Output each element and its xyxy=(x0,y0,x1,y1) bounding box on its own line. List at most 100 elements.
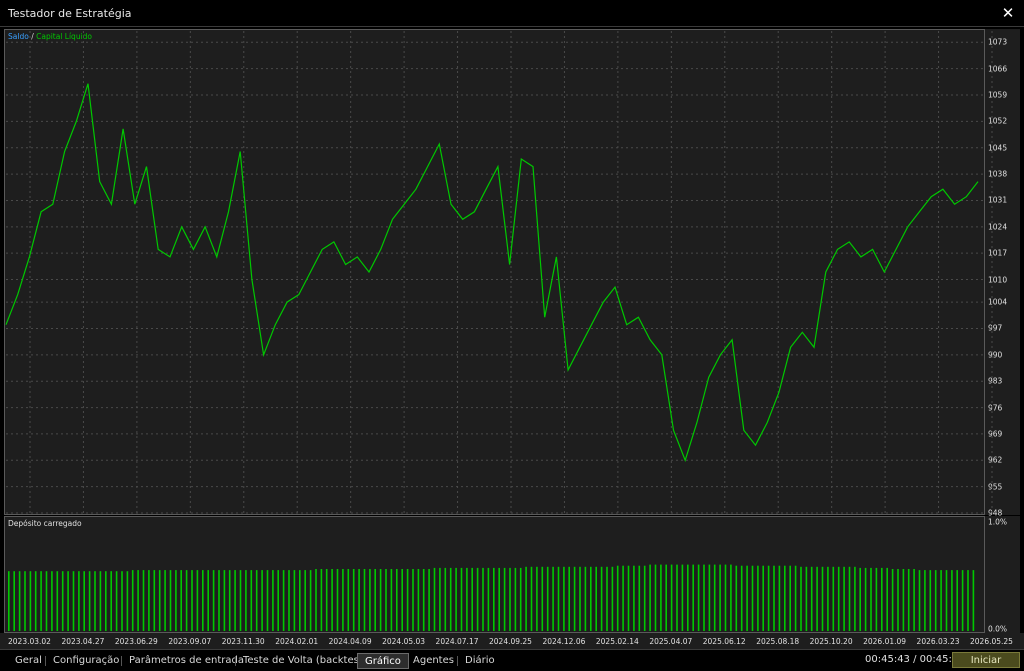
deposit-load-bar xyxy=(56,571,59,631)
x-tick-label: 2023.06.29 xyxy=(114,637,158,646)
deposit-load-bar xyxy=(697,564,700,631)
deposit-load-bar xyxy=(158,570,161,631)
deposit-load-bar xyxy=(687,564,689,631)
deposit-load-bar xyxy=(439,567,441,631)
deposit-load-bar xyxy=(827,566,829,631)
deposit-load-bar xyxy=(875,567,878,631)
deposit-load-bar xyxy=(493,567,495,631)
deposit-load-bar xyxy=(590,566,592,631)
deposit-load-bar xyxy=(444,567,447,631)
x-tick-label: 2024.04.09 xyxy=(328,637,372,646)
deposit-load-bar xyxy=(202,570,204,631)
deposit-load-bar xyxy=(476,567,479,631)
deposit-load-bar xyxy=(563,566,565,631)
deposit-load-bar xyxy=(821,566,824,631)
deposit-load-bar xyxy=(622,565,624,631)
deposit-load-bar xyxy=(374,569,376,631)
deposit-load-bar xyxy=(234,570,236,631)
deposit-load-bar xyxy=(320,569,323,631)
x-tick-label: 2025.06.12 xyxy=(702,637,746,646)
deposit-load-bar xyxy=(385,569,387,631)
deposit-load-bar xyxy=(611,566,614,631)
deposit-load-bar xyxy=(245,570,247,631)
deposit-load-bar xyxy=(773,565,775,631)
deposit-load-bar xyxy=(196,570,199,631)
deposit-load-bar xyxy=(854,566,856,631)
deposit-load-bar xyxy=(972,570,975,631)
deposit-load-bar xyxy=(654,564,657,631)
deposit-load-bar xyxy=(870,567,872,631)
deposit-load-bar xyxy=(692,564,694,631)
deposit-load-bar xyxy=(638,565,641,631)
deposit-load-bar xyxy=(433,567,436,631)
deposit-load-bar xyxy=(573,566,576,631)
deposit-load-bar xyxy=(530,566,533,631)
deposit-load-bar xyxy=(342,569,344,631)
deposit-load-bar xyxy=(649,564,651,631)
deposit-load-bar xyxy=(24,571,26,631)
x-tick-label: 2026.05.25 xyxy=(970,637,1013,646)
date-axis: 2023.03.02 2023.04.27 2023.06.29 2023.09.07… xyxy=(0,633,1024,649)
deposit-load-bar xyxy=(670,564,673,631)
deposit-load-bar xyxy=(579,566,581,631)
tab-grafico[interactable]: Gráfico xyxy=(357,653,409,669)
deposit-load-bar xyxy=(45,571,48,631)
deposit-load-bar xyxy=(115,571,118,631)
deposit-load-bar xyxy=(88,571,91,631)
deposit-load-bar xyxy=(665,564,667,631)
deposit-load-bar xyxy=(78,571,80,631)
deposit-load-bar xyxy=(131,570,134,631)
deposit-load-bar xyxy=(810,566,813,631)
deposit-load-bar xyxy=(293,570,296,631)
deposit-load-bar xyxy=(751,565,754,631)
x-tick-label: 2025.02.14 xyxy=(595,637,639,646)
deposit-load-bar xyxy=(864,567,867,631)
tab-agentes[interactable]: Agentes xyxy=(406,653,461,669)
deposit-load-bar xyxy=(767,565,770,631)
deposit-load-bar xyxy=(358,569,360,631)
deposit-load-bar xyxy=(29,571,32,631)
deposit-load-bar xyxy=(886,567,888,631)
tab-diario[interactable]: Diário xyxy=(458,653,502,669)
deposit-load-bar xyxy=(266,570,269,631)
x-tick-label: 2023.04.27 xyxy=(61,637,105,646)
elapsed-timer: 00:45:43 / 00:45:45 xyxy=(865,654,965,665)
deposit-load-bar xyxy=(541,566,544,631)
deposit-load-bar xyxy=(794,565,797,631)
deposit-load-bar xyxy=(460,567,463,631)
deposit-load-bar xyxy=(304,570,306,631)
tab-geral[interactable]: Geral xyxy=(8,653,49,669)
deposit-load-bar xyxy=(934,570,937,631)
deposit-load-bar xyxy=(568,566,570,631)
tab-teste-de-volta-backtest[interactable]: Teste de Volta (backtest) xyxy=(236,653,374,669)
deposit-load-bar xyxy=(897,569,899,631)
deposit-load-bar xyxy=(708,564,711,631)
deposit-load-bar xyxy=(94,571,96,631)
deposit-load-bar xyxy=(67,571,69,631)
deposit-load-bar xyxy=(616,565,619,631)
deposit-load-bar xyxy=(843,566,845,631)
deposit-load-bar xyxy=(805,566,808,631)
deposit-load-bar xyxy=(223,570,226,631)
deposit-load-bar xyxy=(891,569,894,631)
x-tick-label: 2023.09.07 xyxy=(168,637,212,646)
x-tick-label: 2024.02.01 xyxy=(275,637,319,646)
deposit-load-bar xyxy=(126,571,129,631)
deposit-load-bar xyxy=(379,569,382,631)
deposit-load-bar xyxy=(13,571,15,631)
deposit-load-bar xyxy=(471,567,473,631)
deposit-load-bar xyxy=(175,570,177,631)
deposit-load-bar xyxy=(956,570,958,631)
deposit-load-bar xyxy=(600,566,603,631)
deposit-load-bar xyxy=(789,565,791,631)
deposit-load-bar xyxy=(606,566,608,631)
chart-canvas xyxy=(0,0,993,631)
deposit-load-bar xyxy=(676,564,678,631)
x-tick-label: 2024.09.25 xyxy=(489,637,532,646)
deposit-load-bar xyxy=(369,569,371,631)
start-button[interactable]: Iniciar xyxy=(952,652,1020,668)
deposit-load-bar xyxy=(169,570,172,631)
tab-parametros-de-entrada[interactable]: Parâmetros de entrada xyxy=(122,653,251,669)
tab-configuracao[interactable]: Configuração xyxy=(46,653,126,669)
deposit-load-bar xyxy=(735,565,738,631)
